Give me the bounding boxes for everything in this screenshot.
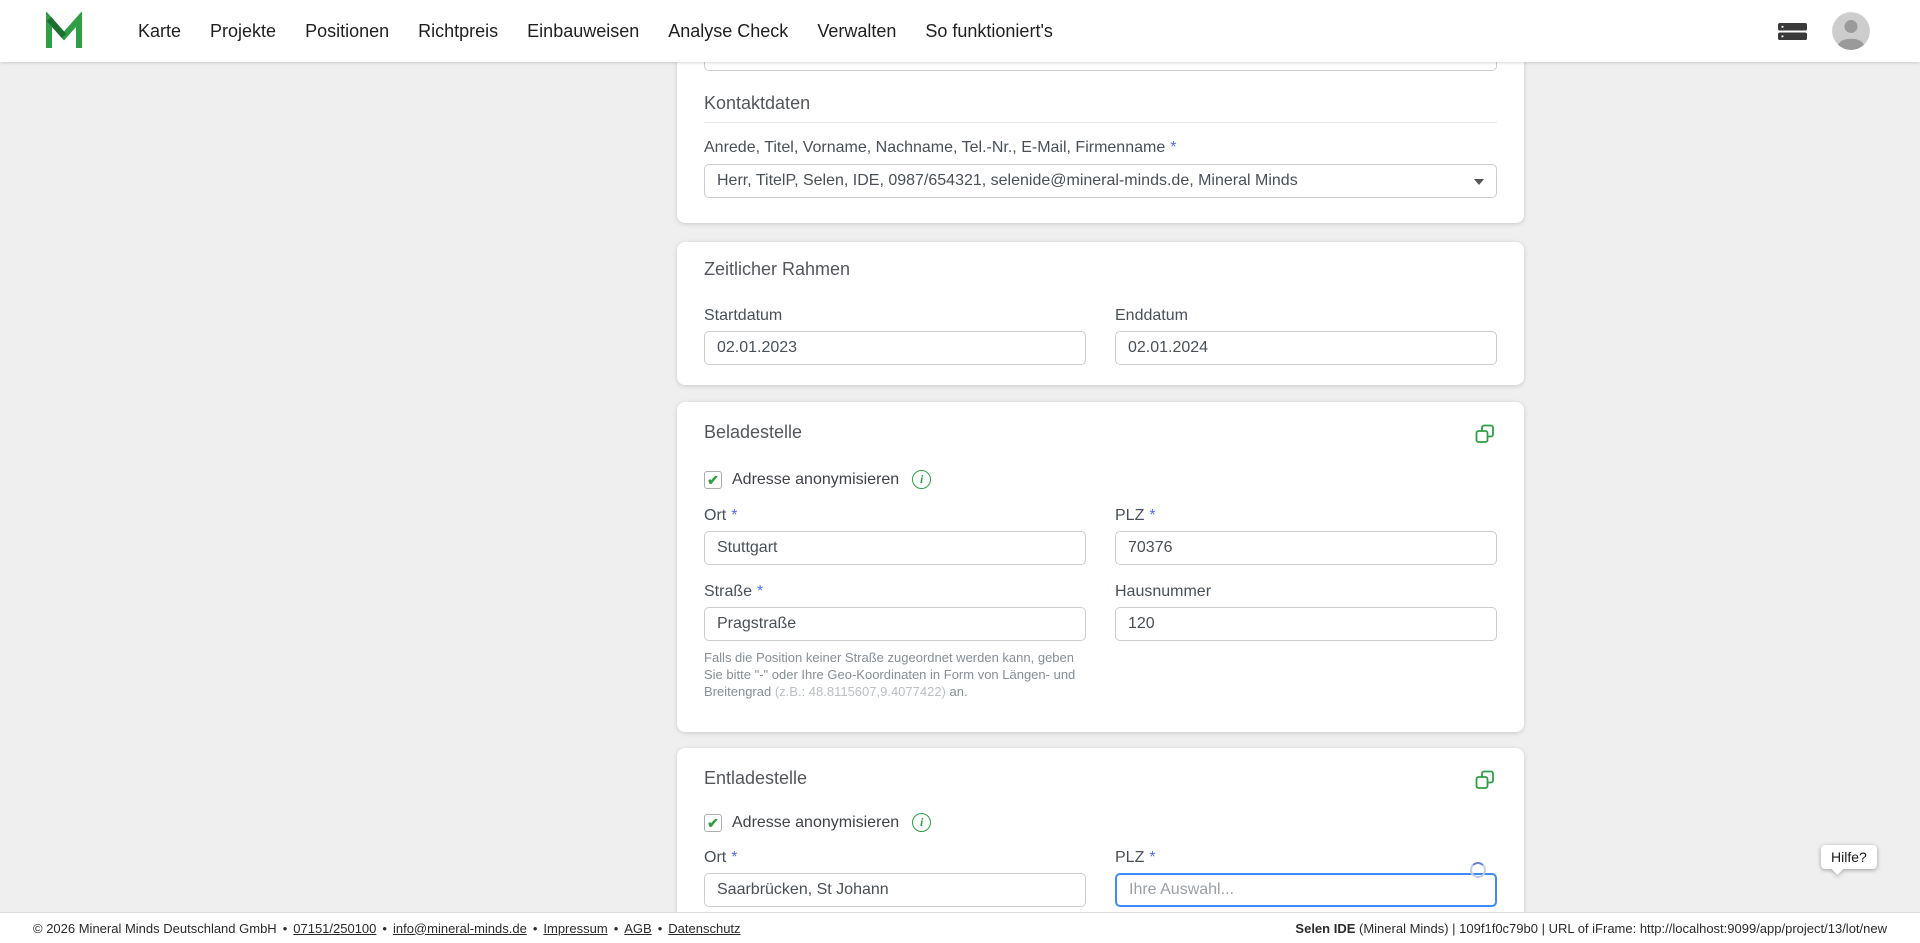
- footer-left: © 2026 Mineral Minds Deutschland GmbH • …: [33, 921, 741, 936]
- required-marker: *: [1170, 139, 1176, 157]
- footer-separator: •: [533, 921, 538, 936]
- nav-item-analyse-check[interactable]: Analyse Check: [668, 21, 788, 42]
- footer-datenschutz-link[interactable]: Datenschutz: [668, 921, 740, 936]
- ort-field: Ort *: [704, 506, 1086, 565]
- contact-select[interactable]: Herr, TitelP, Selen, IDE, 0987/654321, s…: [704, 164, 1497, 198]
- footer-separator: •: [614, 921, 619, 936]
- contact-card: Kontaktdaten Anrede, Titel, Vorname, Nac…: [677, 62, 1524, 223]
- footer-copyright: © 2026 Mineral Minds Deutschland GmbH: [33, 921, 277, 936]
- strasse-label: Straße: [704, 582, 752, 602]
- required-marker: *: [1149, 849, 1155, 867]
- cutoff-input[interactable]: [704, 62, 1497, 71]
- loading-point-card: Beladestelle ✔ Adresse anonymisieren i O…: [677, 402, 1524, 732]
- info-icon[interactable]: i: [912, 813, 931, 832]
- plz-field: PLZ *: [1115, 506, 1497, 565]
- footer-agb-link[interactable]: AGB: [624, 921, 651, 936]
- street-help-text: Falls die Position keiner Straße zugeord…: [704, 649, 1082, 700]
- startdatum-field: Startdatum: [704, 306, 1086, 365]
- footer-separator: •: [283, 921, 288, 936]
- brand-logo-icon: [44, 12, 84, 50]
- copy-icon[interactable]: [1473, 422, 1497, 446]
- anonymize-row: ✔ Adresse anonymisieren i: [704, 470, 1497, 489]
- hausnummer-input[interactable]: [1115, 607, 1497, 641]
- loading-row-1: Ort * PLZ *: [704, 506, 1497, 565]
- enddatum-label: Enddatum: [1115, 306, 1188, 326]
- page-content: Kontaktdaten Anrede, Titel, Vorname, Nac…: [0, 62, 1920, 912]
- ort-input[interactable]: [704, 531, 1086, 565]
- nav-item-karte[interactable]: Karte: [138, 21, 181, 42]
- help-text-coords: (z.B.: 48.8115607,9.4077422): [775, 684, 946, 699]
- anonymize-row: ✔ Adresse anonymisieren i: [704, 813, 1497, 832]
- check-icon: ✔: [707, 473, 719, 487]
- ort-label: Ort: [704, 506, 726, 526]
- hausnummer-label: Hausnummer: [1115, 582, 1211, 602]
- contact-select-value: Herr, TitelP, Selen, IDE, 0987/654321, s…: [717, 172, 1298, 190]
- copy-icon[interactable]: [1473, 768, 1497, 792]
- navbar-right: [1777, 12, 1870, 50]
- unloading-point-card: Entladestelle ✔ Adresse anonymisieren i …: [677, 748, 1524, 912]
- footer-separator: •: [382, 921, 387, 936]
- ort-field: Ort *: [704, 848, 1086, 907]
- startdatum-label: Startdatum: [704, 306, 782, 326]
- footer-impressum-link[interactable]: Impressum: [543, 921, 607, 936]
- check-icon: ✔: [707, 816, 719, 830]
- hausnummer-field: Hausnummer: [1115, 582, 1497, 641]
- nav-item-verwalten[interactable]: Verwalten: [817, 21, 896, 42]
- required-marker: *: [757, 583, 763, 601]
- session-user: Selen IDE: [1295, 921, 1355, 936]
- footer-email-link[interactable]: info@mineral-minds.de: [393, 921, 527, 936]
- nav-item-projekte[interactable]: Projekte: [210, 21, 276, 42]
- required-marker: *: [1149, 507, 1155, 525]
- anonymize-checkbox[interactable]: ✔: [704, 471, 722, 489]
- timeframe-card-title: Zeitlicher Rahmen: [704, 259, 1497, 280]
- footer-session-info: Selen IDE (Mineral Minds) | 109f1f0c79b0…: [1295, 921, 1887, 936]
- person-icon: [1832, 12, 1870, 50]
- enddatum-field: Enddatum: [1115, 306, 1497, 365]
- unloading-row-1: Ort * PLZ *: [704, 848, 1497, 907]
- required-marker: *: [731, 507, 737, 525]
- brand-logo[interactable]: [44, 12, 84, 50]
- chevron-down-icon: [1474, 179, 1484, 185]
- anonymize-label: Adresse anonymisieren: [732, 814, 899, 832]
- anonymize-checkbox[interactable]: ✔: [704, 814, 722, 832]
- plz-label: PLZ: [1115, 848, 1144, 868]
- contact-field-label-row: Anrede, Titel, Vorname, Nachname, Tel.-N…: [704, 138, 1497, 158]
- required-marker: *: [731, 849, 737, 867]
- plz-select-input[interactable]: [1115, 873, 1497, 907]
- nav-item-richtpreis[interactable]: Richtpreis: [418, 21, 498, 42]
- loading-spinner-icon: [1470, 862, 1486, 878]
- help-button[interactable]: Hilfe?: [1821, 845, 1877, 869]
- ort-label: Ort: [704, 848, 726, 868]
- loading-row-2: Straße * Hausnummer: [704, 582, 1497, 641]
- startdatum-input[interactable]: [704, 331, 1086, 365]
- main-nav: Karte Projekte Positionen Richtpreis Ein…: [138, 21, 1053, 42]
- user-avatar[interactable]: [1832, 12, 1870, 50]
- plz-label: PLZ: [1115, 506, 1144, 526]
- contact-field-label: Anrede, Titel, Vorname, Nachname, Tel.-N…: [704, 138, 1165, 158]
- enddatum-input[interactable]: [1115, 331, 1497, 365]
- ort-input[interactable]: [704, 873, 1086, 907]
- nav-item-positionen[interactable]: Positionen: [305, 21, 389, 42]
- section-divider: [704, 122, 1497, 123]
- strasse-field: Straße *: [704, 582, 1086, 641]
- session-details: (Mineral Minds) | 109f1f0c79b0 | URL of …: [1355, 921, 1887, 936]
- nav-item-einbauweisen[interactable]: Einbauweisen: [527, 21, 639, 42]
- footer: © 2026 Mineral Minds Deutschland GmbH • …: [0, 912, 1920, 943]
- plz-field: PLZ *: [1115, 848, 1497, 907]
- server-icon[interactable]: [1777, 21, 1808, 42]
- timeframe-card: Zeitlicher Rahmen Startdatum Enddatum: [677, 242, 1524, 385]
- contact-card-title: Kontaktdaten: [704, 93, 1497, 114]
- anonymize-label: Adresse anonymisieren: [732, 471, 899, 489]
- plz-input[interactable]: [1115, 531, 1497, 565]
- top-navbar: Karte Projekte Positionen Richtpreis Ein…: [0, 0, 1920, 62]
- unloading-point-title: Entladestelle: [704, 768, 1497, 789]
- footer-separator: •: [658, 921, 663, 936]
- timeframe-fields: Startdatum Enddatum: [704, 306, 1497, 365]
- loading-point-title: Beladestelle: [704, 422, 1497, 443]
- strasse-input[interactable]: [704, 607, 1086, 641]
- nav-item-so-funktionierts[interactable]: So funktioniert's: [925, 21, 1053, 42]
- info-icon[interactable]: i: [912, 470, 931, 489]
- help-text-part2: an.: [946, 684, 968, 699]
- footer-phone-link[interactable]: 07151/250100: [293, 921, 376, 936]
